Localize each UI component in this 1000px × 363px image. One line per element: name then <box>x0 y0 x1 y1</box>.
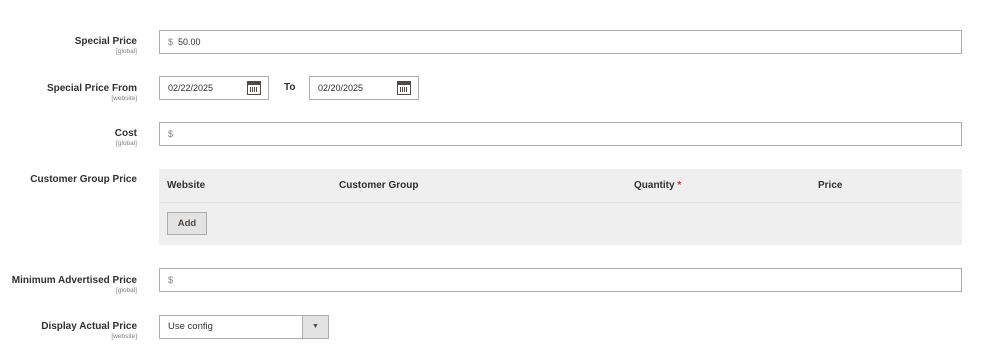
chevron-down-icon[interactable]: ▼ <box>302 316 328 338</box>
table-header: Website Customer Group Quantity * Price <box>159 169 962 203</box>
map-input[interactable]: $ <box>159 268 962 292</box>
currency-symbol: $ <box>168 37 174 47</box>
display-actual-price-label-text: Display Actual Price <box>41 321 137 332</box>
currency-symbol: $ <box>168 275 174 285</box>
column-customer-group: Customer Group <box>339 180 419 191</box>
column-price: Price <box>818 180 843 191</box>
cost-label: Cost [global] <box>115 128 137 148</box>
required-marker: * <box>677 180 682 191</box>
map-label: Minimum Advertised Price [global] <box>12 275 137 295</box>
special-price-from-input[interactable]: 02/22/2025 <box>159 76 269 100</box>
customer-group-price-table: Website Customer Group Quantity * Price … <box>159 169 962 245</box>
special-price-from-scope: [website] <box>111 95 137 102</box>
special-price-label: Special Price [global] <box>75 36 137 56</box>
cost-input[interactable]: $ <box>159 122 962 146</box>
display-actual-price-label: Display Actual Price [website] <box>41 321 137 341</box>
special-price-scope: [global] <box>116 48 137 55</box>
cost-scope: [global] <box>116 140 137 147</box>
cost-label-text: Cost <box>114 128 137 139</box>
calendar-icon[interactable] <box>247 81 261 95</box>
column-quantity-label: Quantity <box>634 180 675 191</box>
add-button[interactable]: Add <box>167 212 207 235</box>
special-price-from-label-text: Special Price From <box>46 83 137 94</box>
special-price-input[interactable]: $50.00 <box>159 30 962 54</box>
special-price-from-label: Special Price From [website] <box>47 83 137 103</box>
display-actual-price-select[interactable]: Use config ▼ <box>159 315 329 339</box>
calendar-icon[interactable] <box>397 81 411 95</box>
map-scope: [global] <box>116 287 137 294</box>
to-label: To <box>284 82 296 93</box>
map-label-text: Minimum Advertised Price <box>11 275 137 286</box>
special-price-value: 50.00 <box>178 37 201 47</box>
special-price-to-input[interactable]: 02/20/2025 <box>309 76 419 100</box>
customer-group-price-label-text: Customer Group Price <box>30 174 137 185</box>
special-price-from-value: 02/22/2025 <box>168 83 214 93</box>
column-quantity: Quantity * <box>634 180 681 191</box>
display-actual-price-selected: Use config <box>168 321 213 332</box>
customer-group-price-label: Customer Group Price <box>30 174 137 186</box>
column-website: Website <box>167 180 206 191</box>
special-price-label-text: Special Price <box>74 36 137 47</box>
currency-symbol: $ <box>168 129 174 139</box>
special-price-to-value: 02/20/2025 <box>318 83 364 93</box>
display-actual-price-scope: [website] <box>111 333 137 340</box>
